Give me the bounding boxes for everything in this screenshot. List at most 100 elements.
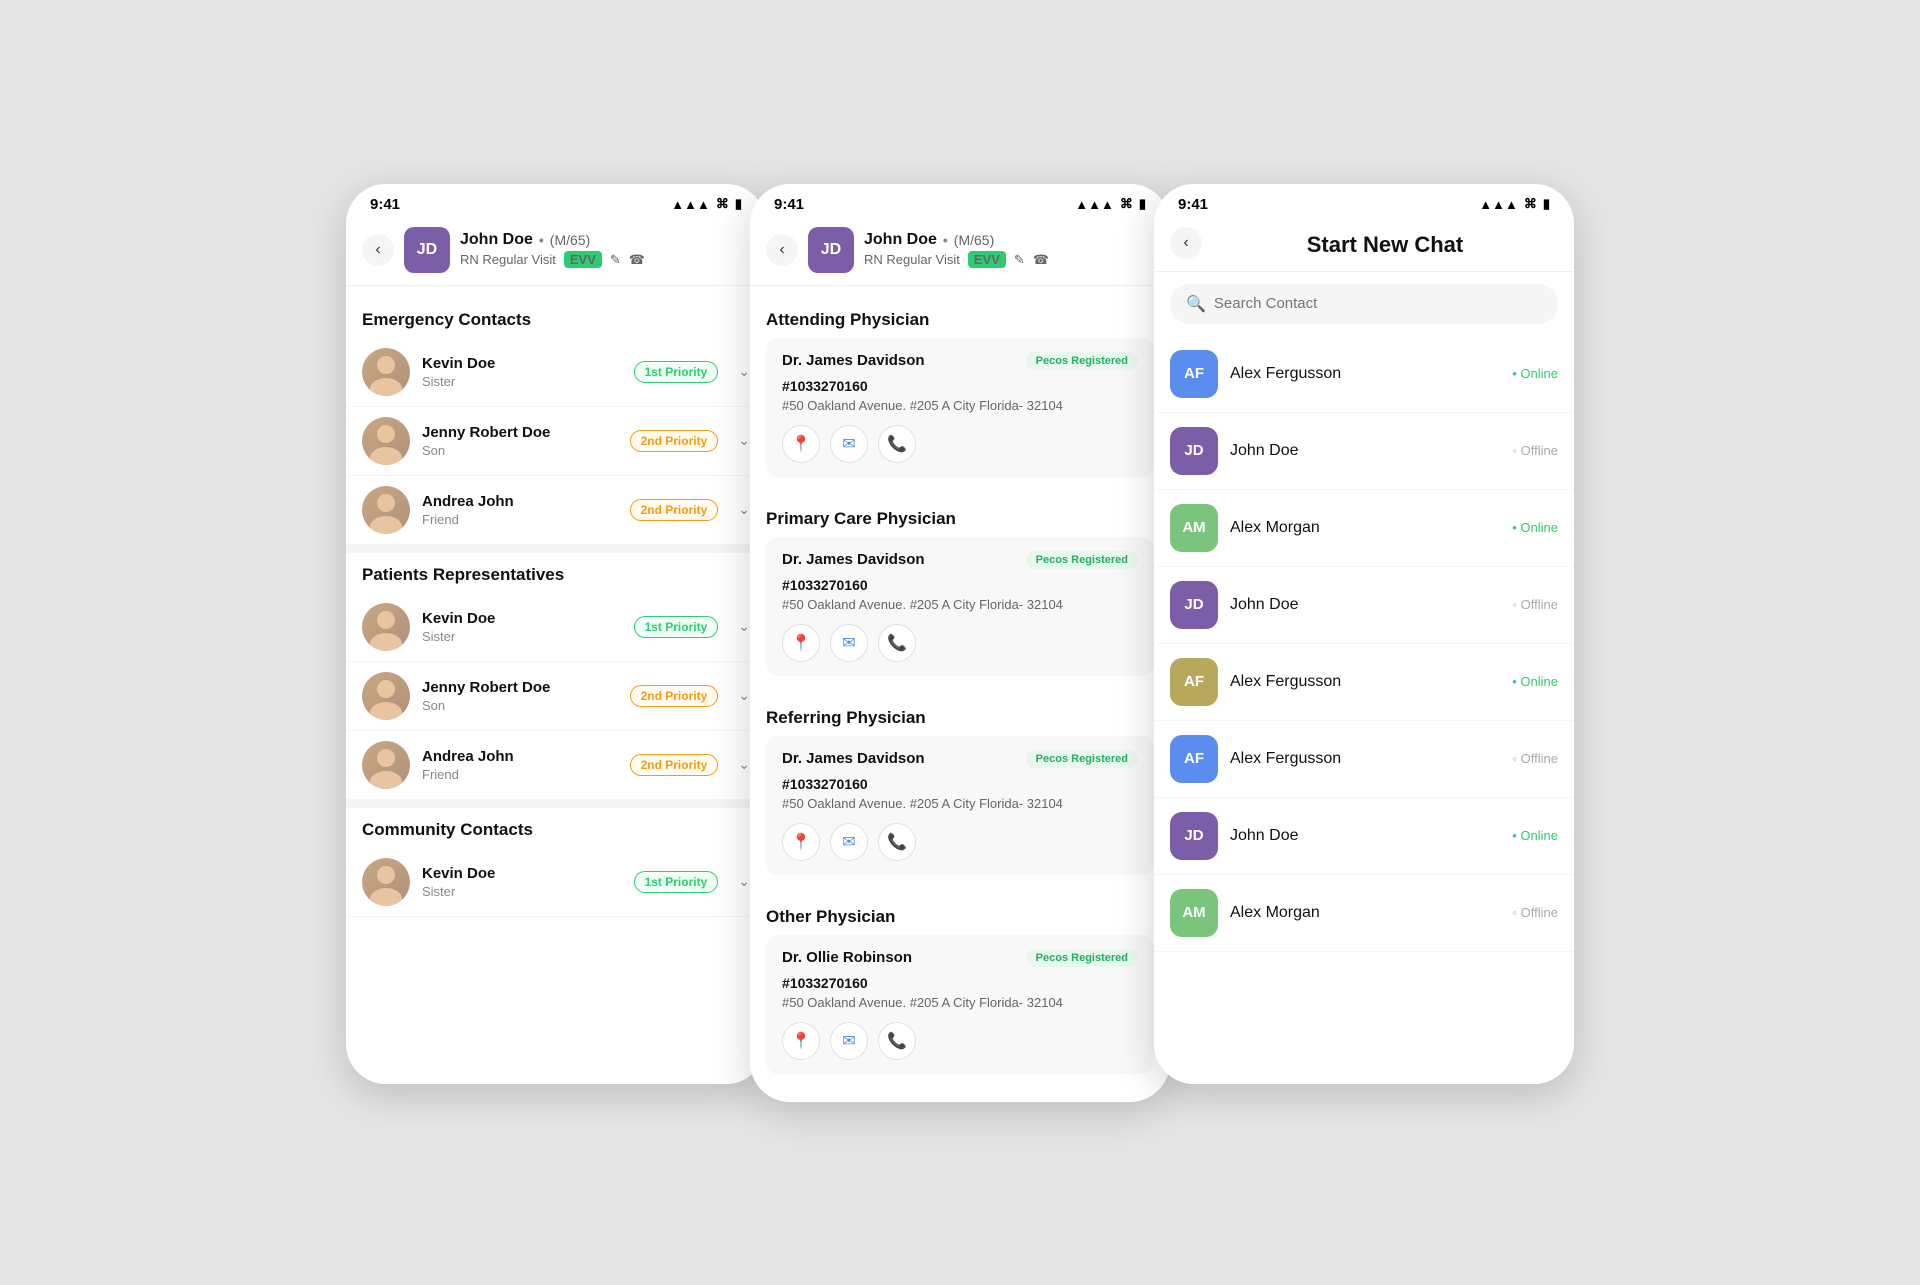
physician-phone: #1033270160 <box>782 378 1138 394</box>
physician-card: Dr. Ollie Robinson Pecos Registered #103… <box>766 935 1154 1074</box>
status-icons: ▲▲▲ ⌘ ▮ <box>1075 196 1146 212</box>
list-item[interactable]: JD John Doe ◦ Offline <box>1154 413 1574 490</box>
contact-avatar <box>362 348 410 396</box>
physician-actions: 📍 ✉ 📞 <box>782 823 1138 861</box>
list-item[interactable]: AF Alex Fergusson • Online <box>1154 644 1574 721</box>
online-status: ◦ Offline <box>1512 905 1558 920</box>
contact-relation: Son <box>422 698 618 713</box>
wifi-icon: ⌘ <box>716 196 729 212</box>
chevron-down-icon[interactable]: ⌄ <box>738 501 750 518</box>
physician-phone: #1033270160 <box>782 975 1138 991</box>
contact-row: Andrea John Friend 2nd Priority ⌄ <box>346 731 766 800</box>
location-button[interactable]: 📍 <box>782 1022 820 1060</box>
list-item[interactable]: JD John Doe ◦ Offline <box>1154 567 1574 644</box>
contact-info: Kevin Doe Sister <box>422 865 622 899</box>
physician-section-title: Primary Care Physician <box>750 497 1170 537</box>
contact-name: Kevin Doe <box>422 865 622 882</box>
list-item[interactable]: JD John Doe • Online <box>1154 798 1574 875</box>
contact-avatar <box>362 858 410 906</box>
contact-avatar <box>362 603 410 651</box>
pecos-badge: Pecos Registered <box>1026 352 1138 370</box>
section-title: Community Contacts <box>346 808 766 848</box>
location-button[interactable]: 📍 <box>782 624 820 662</box>
phone-button[interactable]: 📞 <box>878 1022 916 1060</box>
physician-card: Dr. James Davidson Pecos Registered #103… <box>766 736 1154 875</box>
list-item[interactable]: AF Alex Fergusson ◦ Offline <box>1154 721 1574 798</box>
contact-avatar-img <box>362 858 410 906</box>
email-button[interactable]: ✉ <box>830 823 868 861</box>
contact-name: Andrea John <box>422 493 618 510</box>
phone-button[interactable]: 📞 <box>878 624 916 662</box>
chat-icon[interactable]: ☎ <box>1033 252 1049 268</box>
patient-meta: (M/65) <box>550 232 590 248</box>
contact-avatar <box>362 741 410 789</box>
dot: • <box>539 232 544 248</box>
back-button[interactable]: ‹ <box>362 234 394 266</box>
contact-info: Jenny Robert Doe Son <box>422 424 618 458</box>
email-button[interactable]: ✉ <box>830 1022 868 1060</box>
patient-avatar: JD <box>404 227 450 273</box>
chevron-down-icon[interactable]: ⌄ <box>738 873 750 890</box>
email-button[interactable]: ✉ <box>830 425 868 463</box>
back-button[interactable]: ‹ <box>1170 227 1202 259</box>
list-avatar: JD <box>1170 427 1218 475</box>
visit-label: RN Regular Visit <box>864 252 960 267</box>
chevron-down-icon[interactable]: ⌄ <box>738 432 750 449</box>
physician-card: Dr. James Davidson Pecos Registered #103… <box>766 537 1154 676</box>
contacts-content: Emergency Contacts Kevin Doe Sister 1st … <box>346 286 766 929</box>
dot: • <box>943 232 948 248</box>
location-button[interactable]: 📍 <box>782 823 820 861</box>
phone-button[interactable]: 📞 <box>878 823 916 861</box>
chevron-down-icon[interactable]: ⌄ <box>738 363 750 380</box>
list-item[interactable]: AM Alex Morgan • Online <box>1154 490 1574 567</box>
physician-address: #50 Oakland Avenue. #205 A City Florida-… <box>782 398 1138 413</box>
chevron-down-icon[interactable]: ⌄ <box>738 687 750 704</box>
online-status: ◦ Offline <box>1512 597 1558 612</box>
pecos-badge: Pecos Registered <box>1026 551 1138 569</box>
contact-row: Jenny Robert Doe Son 2nd Priority ⌄ <box>346 662 766 731</box>
physician-address: #50 Oakland Avenue. #205 A City Florida-… <box>782 995 1138 1010</box>
list-avatar: AF <box>1170 735 1218 783</box>
patient-avatar: JD <box>808 227 854 273</box>
physician-phone: #1033270160 <box>782 577 1138 593</box>
contact-row: Kevin Doe Sister 1st Priority ⌄ <box>346 593 766 662</box>
patient-meta: (M/65) <box>954 232 994 248</box>
priority-badge: 1st Priority <box>634 871 719 893</box>
wifi-icon: ⌘ <box>1120 196 1133 212</box>
contact-name: Kevin Doe <box>422 610 622 627</box>
priority-badge: 2nd Priority <box>630 430 719 452</box>
contact-info: Andrea John Friend <box>422 493 618 527</box>
contact-avatar-img <box>362 672 410 720</box>
physician-name: Dr. Ollie Robinson <box>782 949 912 966</box>
list-avatar: AF <box>1170 658 1218 706</box>
chat-icon[interactable]: ☎ <box>629 252 645 268</box>
battery-icon: ▮ <box>1139 196 1146 212</box>
contact-row: Kevin Doe Sister 1st Priority ⌄ <box>346 848 766 917</box>
list-item[interactable]: AM Alex Morgan ◦ Offline <box>1154 875 1574 952</box>
contact-name: Jenny Robert Doe <box>422 679 618 696</box>
contact-relation: Sister <box>422 374 622 389</box>
contact-name: Kevin Doe <box>422 355 622 372</box>
physician-header: Dr. James Davidson Pecos Registered <box>782 551 1138 569</box>
physician-actions: 📍 ✉ 📞 <box>782 1022 1138 1060</box>
edit-icon[interactable]: ✎ <box>610 252 621 268</box>
search-input[interactable] <box>1214 295 1542 312</box>
phone-button[interactable]: 📞 <box>878 425 916 463</box>
contact-list: AF Alex Fergusson • Online JD John Doe ◦… <box>1154 336 1574 952</box>
chevron-down-icon[interactable]: ⌄ <box>738 618 750 635</box>
search-bar[interactable]: 🔍 <box>1170 284 1558 324</box>
email-button[interactable]: ✉ <box>830 624 868 662</box>
physician-name: Dr. James Davidson <box>782 750 925 767</box>
chevron-down-icon[interactable]: ⌄ <box>738 756 750 773</box>
list-item[interactable]: AF Alex Fergusson • Online <box>1154 336 1574 413</box>
status-bar: 9:41 ▲▲▲ ⌘ ▮ <box>346 184 766 219</box>
edit-icon[interactable]: ✎ <box>1014 252 1025 268</box>
header-info: John Doe • (M/65) RN Regular Visit EVV ✎… <box>864 231 1154 268</box>
panel1-phone: 9:41 ▲▲▲ ⌘ ▮ ‹ JD John Doe • (M/65) RN R… <box>346 184 766 1084</box>
location-button[interactable]: 📍 <box>782 425 820 463</box>
section-separator <box>346 800 766 808</box>
contact-relation: Son <box>422 443 618 458</box>
list-avatar: JD <box>1170 812 1218 860</box>
list-avatar: AM <box>1170 504 1218 552</box>
back-button[interactable]: ‹ <box>766 234 798 266</box>
